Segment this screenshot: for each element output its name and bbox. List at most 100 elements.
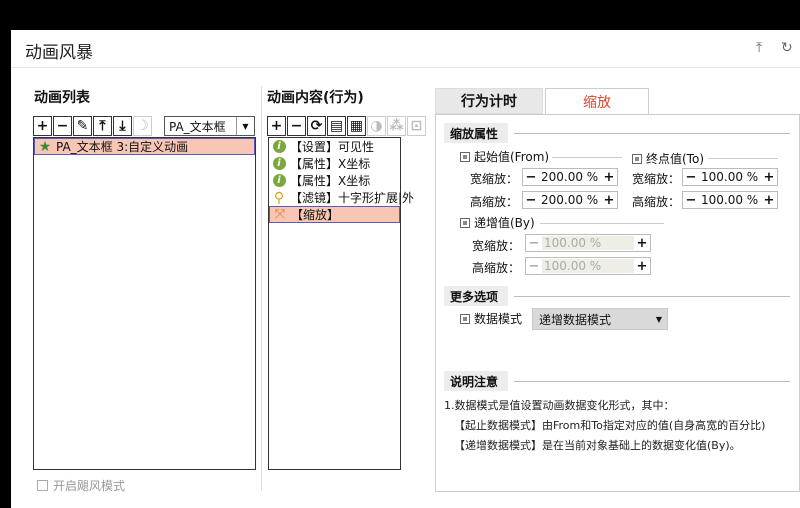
by-height-stepper[interactable]: − 100.00 % +: [525, 257, 651, 275]
increment-button[interactable]: +: [634, 258, 650, 274]
behavior-list[interactable]: i 【设置】可见性 i 【属性】X坐标 i 【属性】X坐标 ⚲ 【滤镜】十字形扩…: [268, 137, 414, 470]
group-icon: [632, 153, 642, 164]
pin-icon[interactable]: ⤒: [756, 40, 762, 56]
add-animation-button[interactable]: +: [33, 116, 52, 136]
move-bottom-icon[interactable]: ⤓: [113, 116, 132, 136]
nodes-icon[interactable]: ⁂: [387, 116, 406, 136]
decrement-button[interactable]: −: [683, 192, 699, 208]
list-item-label: 【属性】X坐标: [290, 174, 371, 188]
animation-list-toolbar: + − ✎ ⤒ ⤓ ☽: [33, 116, 152, 136]
chevron-down-icon[interactable]: ▼: [651, 315, 667, 324]
contrast-icon[interactable]: ◑: [367, 116, 386, 136]
list-item-label: 【属性】X坐标: [290, 157, 371, 171]
list-item[interactable]: ★ PA_文本框 3:自定义动画: [34, 138, 255, 155]
refresh-icon[interactable]: ⟳: [307, 116, 326, 136]
brush-icon[interactable]: ✎: [73, 116, 92, 136]
scale-tab-panel: 缩放属性 起始值(From) 宽缩放： − 200.00 % + 高缩放： − …: [435, 114, 800, 492]
by-height-value[interactable]: 100.00 %: [542, 259, 634, 273]
animation-list[interactable]: ★ PA_文本框 3:自定义动画: [33, 137, 256, 470]
hurricane-mode-checkbox[interactable]: [37, 480, 48, 491]
hurricane-mode-toggle[interactable]: 开启飓风模式: [37, 477, 125, 494]
animation-content-toolbar: + − ⟳ ▤ ▦ ◑ ⁂ ⊡: [267, 116, 426, 136]
move-top-icon[interactable]: ⤒: [93, 116, 112, 136]
animation-list-title: 动画列表: [34, 90, 90, 106]
increment-button[interactable]: +: [761, 192, 777, 208]
from-height-stepper[interactable]: − 200.00 % +: [522, 191, 618, 209]
decrement-button[interactable]: −: [526, 235, 542, 251]
divider: [514, 133, 790, 134]
to-width-stepper[interactable]: − 100.00 % +: [682, 168, 778, 186]
add-behavior-button[interactable]: +: [267, 116, 286, 136]
tab-timing[interactable]: 行为计时: [435, 88, 543, 114]
to-height-stepper[interactable]: − 100.00 % +: [682, 191, 778, 209]
list-item[interactable]: i 【属性】X坐标: [269, 155, 400, 172]
list-item-label: 【设置】可见性: [290, 140, 375, 154]
list-item-label: 【缩放】: [291, 208, 340, 222]
decrement-button[interactable]: −: [523, 192, 539, 208]
chevron-down-icon[interactable]: ▼: [236, 117, 254, 135]
by-height-label: 高缩放：: [472, 261, 521, 275]
to-label: 终点值(To): [646, 152, 704, 166]
note-line-3: 【递增数据模式】是在当前对象基础上的数据变化值(By)。: [454, 439, 741, 452]
to-height-value[interactable]: 100.00 %: [699, 193, 761, 207]
star-icon: ★: [38, 138, 52, 155]
increment-button[interactable]: +: [601, 169, 617, 185]
remove-behavior-button[interactable]: −: [287, 116, 306, 136]
object-combo[interactable]: PA_文本框 ▼: [164, 116, 255, 136]
list-item[interactable]: i 【属性】X坐标: [269, 172, 400, 189]
from-label: 起始值(From): [474, 150, 550, 164]
copy-icon[interactable]: ▤: [327, 116, 346, 136]
from-width-stepper[interactable]: − 200.00 % +: [522, 168, 618, 186]
divider: [540, 223, 664, 224]
divider: [552, 157, 622, 158]
from-width-label: 宽缩放：: [470, 172, 519, 186]
remove-animation-button[interactable]: −: [53, 116, 72, 136]
note-line-1: 1.数据模式是值设置动画数据变化形式，其中：: [444, 399, 675, 412]
data-mode-label: 数据模式: [474, 312, 523, 326]
divider: [261, 86, 262, 491]
animation-content-title: 动画内容(行为): [267, 90, 364, 106]
moon-icon[interactable]: ☽: [133, 116, 152, 136]
frame-icon[interactable]: ⊡: [407, 116, 426, 136]
note-line-2: 【起止数据模式】由From和To指定对应的值(自身高宽的百分比): [454, 419, 766, 432]
list-item[interactable]: ⤧ 【缩放】: [269, 206, 400, 223]
decrement-button[interactable]: −: [683, 169, 699, 185]
group-icon: [460, 217, 470, 228]
to-width-value[interactable]: 100.00 %: [699, 170, 761, 184]
tab-bar: 行为计时 缩放: [435, 88, 800, 114]
from-height-label: 高缩放：: [470, 195, 519, 209]
by-width-stepper[interactable]: − 100.00 % +: [525, 234, 651, 252]
list-item[interactable]: i 【设置】可见性: [269, 138, 400, 155]
decrement-button[interactable]: −: [523, 169, 539, 185]
by-label: 递增值(By): [474, 216, 535, 230]
info-icon: i: [271, 173, 287, 189]
list-item[interactable]: ⚲ 【滤镜】十字形扩展|外: [269, 189, 414, 206]
info-icon: i: [271, 139, 287, 155]
search-icon: ⚲: [273, 189, 285, 206]
list-item-label: PA_文本框 3:自定义动画: [56, 140, 189, 154]
refresh-icon[interactable]: ↻: [781, 40, 793, 56]
info-icon: i: [271, 156, 287, 172]
object-combo-value: PA_文本框: [169, 119, 226, 134]
scale-properties-header: 缩放属性: [444, 123, 508, 143]
hurricane-mode-label: 开启飓风模式: [53, 479, 126, 493]
by-width-label: 宽缩放：: [472, 239, 521, 253]
title-bar: 动画风暴 ⤒ ↻: [11, 30, 800, 68]
decrement-button[interactable]: −: [526, 258, 542, 274]
increment-button[interactable]: +: [601, 192, 617, 208]
from-height-value[interactable]: 200.00 %: [539, 193, 601, 207]
data-mode-label-group: 数据模式: [460, 310, 522, 327]
notes-header: 说明注意: [444, 371, 508, 391]
increment-button[interactable]: +: [761, 169, 777, 185]
tab-scale[interactable]: 缩放: [545, 88, 649, 114]
to-group-label: 终点值(To): [632, 150, 704, 167]
from-width-value[interactable]: 200.00 %: [539, 170, 601, 184]
by-width-value[interactable]: 100.00 %: [542, 236, 634, 250]
data-mode-select[interactable]: 递增数据模式 ▼: [532, 308, 668, 330]
to-width-label: 宽缩放：: [632, 172, 681, 186]
increment-button[interactable]: +: [634, 235, 650, 251]
group-icon: [460, 151, 470, 162]
list-item-label: 【滤镜】十字形扩展|外: [290, 191, 415, 205]
to-height-label: 高缩放：: [632, 195, 681, 209]
paste-icon[interactable]: ▦: [347, 116, 366, 136]
